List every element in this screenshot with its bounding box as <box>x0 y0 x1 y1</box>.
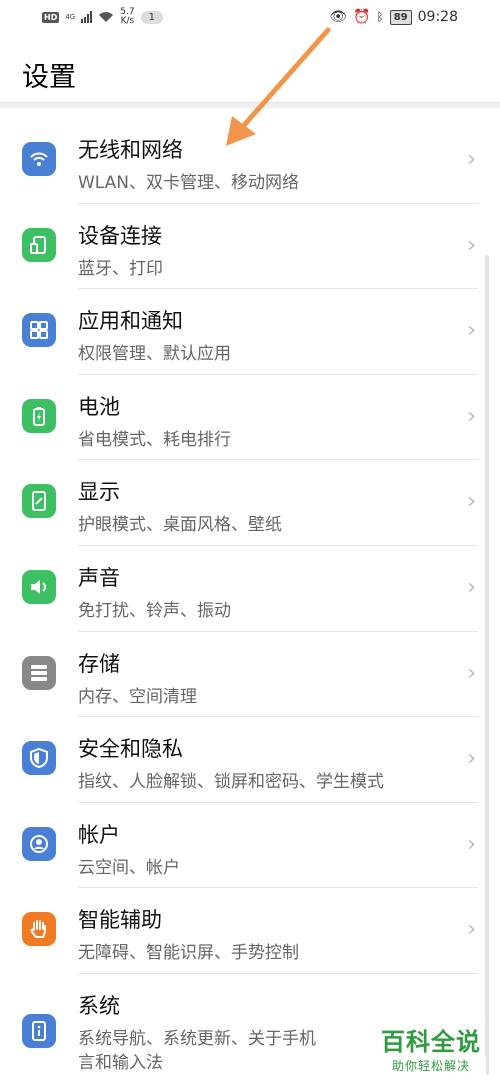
settings-item-accessibility[interactable]: 智能辅助 无障碍、智能识屏、手势控制 › <box>0 888 500 974</box>
chevron-right-icon: › <box>467 660 476 686</box>
signal-icon <box>81 11 93 23</box>
chevron-right-icon: › <box>467 232 476 258</box>
wifi-status-icon <box>99 12 114 22</box>
battery-status: 89 <box>389 9 412 25</box>
settings-list: 无线和网络 WLAN、双卡管理、移动网络 › 设备连接 蓝牙、打印 › 应用和通… <box>0 118 500 1073</box>
settings-item-sound[interactable]: 声音 免打扰、铃声、振动 › <box>0 546 500 632</box>
settings-item-title: 系统 <box>78 993 120 1018</box>
apps-icon <box>22 313 56 348</box>
status-right: 👁 ⏰ ᛒ 89 09:28 <box>329 9 458 25</box>
wifi-icon <box>22 142 56 176</box>
settings-item-subtitle: 免打扰、铃声、振动 <box>78 600 231 621</box>
hand-icon <box>22 912 56 947</box>
watermark-title: 百科全说 <box>381 1028 481 1056</box>
chevron-right-icon: › <box>467 489 476 515</box>
clock: 09:28 <box>417 9 458 25</box>
settings-item-storage[interactable]: 存储 内存、空间清理 › <box>0 632 500 718</box>
settings-item-device-connection[interactable]: 设备连接 蓝牙、打印 › <box>0 204 500 290</box>
chevron-right-icon: › <box>467 403 476 429</box>
notification-count: 1 <box>140 10 163 24</box>
chevron-right-icon: › <box>467 574 476 600</box>
sound-icon <box>22 569 56 604</box>
settings-item-subtitle: 系统导航、系统更新、关于手机 <box>78 1028 316 1049</box>
display-icon <box>22 484 56 519</box>
bluetooth-icon: ᛒ <box>376 10 384 24</box>
hd-indicator: HD <box>42 11 60 23</box>
header-divider <box>0 102 500 108</box>
system-info-icon <box>22 1013 56 1048</box>
watermark: 百科全说 助你轻松解决 <box>376 1022 486 1074</box>
settings-item-title: 存储 <box>78 651 120 676</box>
settings-item-subtitle-continued: 言和输入法 <box>78 1052 163 1073</box>
settings-item-title: 无线和网络 <box>78 138 183 162</box>
shield-icon <box>22 741 56 776</box>
settings-item-title: 声音 <box>78 565 120 590</box>
settings-item-title: 应用和通知 <box>78 309 183 334</box>
settings-item-subtitle: WLAN、双卡管理、移动网络 <box>78 173 300 193</box>
device-connection-icon <box>22 227 56 262</box>
watermark-slogan: 助你轻松解决 <box>376 1057 486 1074</box>
settings-item-subtitle: 内存、空间清理 <box>78 686 197 707</box>
settings-item-security[interactable]: 安全和隐私 指纹、人脸解锁、锁屏和密码、学生模式 › <box>0 717 500 803</box>
storage-icon <box>22 655 56 690</box>
settings-item-title: 安全和隐私 <box>78 737 183 762</box>
settings-item-subtitle: 无障碍、智能识屏、手势控制 <box>78 943 299 964</box>
settings-item-title: 帐户 <box>78 822 120 847</box>
settings-item-title: 显示 <box>78 480 120 505</box>
status-bar: HD 4G 5.7 K/s 1 👁 ⏰ ᛒ 89 09:28 <box>0 0 500 40</box>
chevron-right-icon: › <box>467 318 476 344</box>
settings-item-subtitle: 蓝牙、打印 <box>78 258 163 279</box>
settings-item-battery[interactable]: 电池 省电模式、耗电排行 › <box>0 375 500 461</box>
settings-item-subtitle: 云空间、帐户 <box>78 857 180 878</box>
settings-item-subtitle: 指纹、人脸解锁、锁屏和密码、学生模式 <box>78 772 384 793</box>
network-speed: 5.7 K/s <box>120 8 134 26</box>
chevron-right-icon: › <box>467 746 476 772</box>
network-type: 4G <box>65 13 76 21</box>
speed-unit: K/s <box>120 16 135 26</box>
settings-item-subtitle: 省电模式、耗电排行 <box>78 429 231 450</box>
page-title: 设置 <box>22 62 76 93</box>
chevron-right-icon: › <box>467 831 476 857</box>
eye-comfort-icon: 👁 <box>329 9 348 25</box>
settings-item-apps[interactable]: 应用和通知 权限管理、默认应用 › <box>0 289 500 375</box>
settings-item-wireless[interactable]: 无线和网络 WLAN、双卡管理、移动网络 › <box>0 118 500 204</box>
status-left: HD 4G 5.7 K/s 1 <box>42 8 163 26</box>
settings-item-subtitle: 护眼模式、桌面风格、壁纸 <box>78 515 282 536</box>
chevron-right-icon: › <box>467 917 476 943</box>
settings-item-display[interactable]: 显示 护眼模式、桌面风格、壁纸 › <box>0 460 500 546</box>
settings-item-subtitle: 权限管理、默认应用 <box>78 344 231 365</box>
battery-icon <box>22 398 56 433</box>
settings-item-title: 设备连接 <box>78 223 162 248</box>
chevron-right-icon: › <box>467 147 476 172</box>
account-icon <box>22 826 56 861</box>
settings-item-title: 电池 <box>78 394 120 419</box>
settings-item-title: 智能辅助 <box>78 908 162 933</box>
settings-item-account[interactable]: 帐户 云空间、帐户 › <box>0 803 500 889</box>
alarm-icon: ⏰ <box>353 9 371 25</box>
